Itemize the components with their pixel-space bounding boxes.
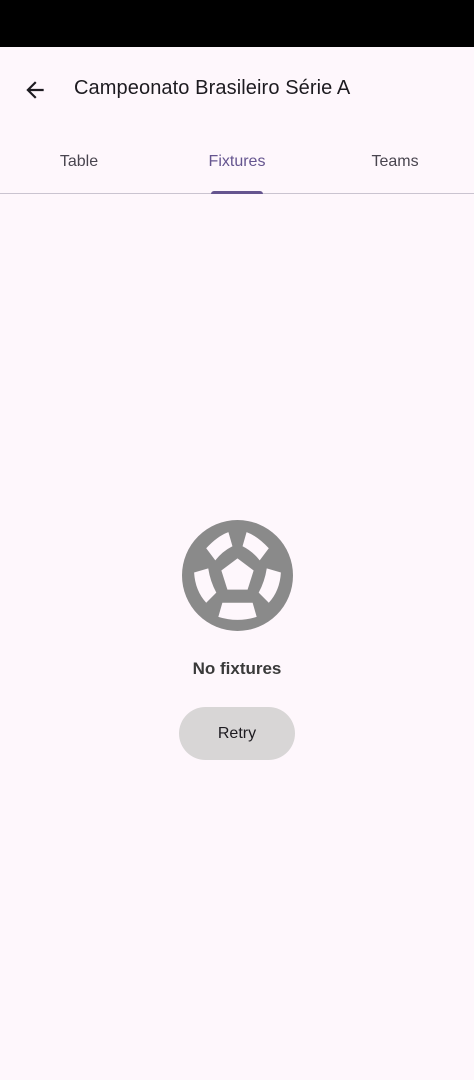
tab-label: Table: [59, 153, 99, 170]
tab-bar: Table Fixtures Teams: [0, 133, 474, 194]
status-bar: [0, 0, 474, 47]
arrow-back-icon: [26, 81, 44, 99]
empty-state: No fixtures Retry: [0, 520, 474, 760]
tab-teams[interactable]: Teams: [316, 133, 474, 193]
empty-state-message: No fixtures: [192, 659, 282, 678]
tab-indicator: [211, 191, 263, 194]
tab-label: Fixtures: [208, 153, 266, 170]
app-bar: Campeonato Brasileiro Série A: [0, 47, 474, 133]
tab-table[interactable]: Table: [0, 133, 158, 193]
retry-button[interactable]: Retry: [179, 707, 295, 760]
back-button[interactable]: [12, 67, 58, 113]
soccer-ball-icon: [181, 520, 293, 631]
tab-label: Teams: [371, 153, 419, 170]
tab-fixtures[interactable]: Fixtures: [158, 133, 316, 194]
page-title: Campeonato Brasileiro Série A: [74, 77, 351, 99]
